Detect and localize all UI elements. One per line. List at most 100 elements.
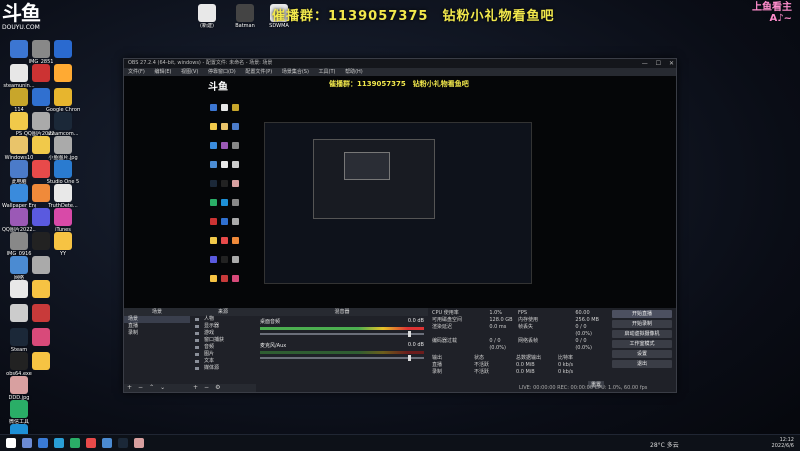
stats-row: 编码器过载 0 / 0 (0.0%) 网络丢帧 0 / 0 (0.0%) (432, 338, 604, 352)
scene-item[interactable]: 录制 (124, 330, 190, 337)
volume-slider[interactable] (260, 355, 424, 361)
desktop-icon[interactable] (24, 304, 58, 323)
close-button[interactable]: ✕ (669, 60, 674, 67)
menu-view[interactable]: 视图(V) (181, 69, 198, 75)
taskbar-app-icon[interactable] (134, 438, 144, 448)
weather-widget[interactable]: 28°C 多云 (650, 440, 679, 449)
add-icon[interactable]: + (193, 384, 198, 391)
app-icon (54, 160, 72, 178)
preview-icon (232, 104, 239, 111)
desktop-icon[interactable] (24, 328, 58, 347)
desktop-icon[interactable] (24, 352, 58, 371)
stat-value: 0 / 0 (0.0%) (489, 338, 506, 351)
desktop-icon[interactable] (46, 64, 80, 83)
system-clock[interactable]: 12:12 2022/6/6 (772, 437, 794, 449)
nested-preview-1 (264, 122, 532, 284)
remove-icon[interactable]: − (204, 384, 209, 391)
app-icon (54, 136, 72, 154)
desktop-icon[interactable] (24, 256, 58, 275)
obs-window[interactable]: OBS 27.2.4 (64-bit, windows) - 配置文件: 未命名… (123, 58, 677, 393)
volume-slider[interactable] (260, 331, 424, 337)
stat-label: 编码器过载 (432, 338, 458, 344)
app-icon (54, 64, 72, 82)
table-cell: 0 kb/s (558, 369, 574, 375)
obs-preview[interactable]: 斗鱼 催播群：1139057375 钻粉小礼物看鱼吧 (124, 76, 676, 308)
taskbar-app-icon[interactable] (22, 438, 32, 448)
source-item[interactable]: 文本 (190, 358, 256, 365)
desktop-icon[interactable]: steamcom... (46, 112, 80, 137)
app-icon (32, 328, 50, 346)
source-item[interactable]: 窗口捕获 (190, 337, 256, 344)
desktop-icon[interactable]: TruthDete... (46, 184, 80, 209)
taskbar-app-icon[interactable] (86, 438, 96, 448)
gear-icon[interactable]: ⚙ (215, 384, 220, 391)
desktop-icon[interactable]: 微信工具 (2, 400, 36, 425)
app-icon (54, 88, 72, 106)
menu-scene-collection[interactable]: 场景集合(S) (282, 69, 309, 75)
down-icon[interactable]: ⌄ (160, 384, 165, 391)
taskbar-app-icon[interactable] (118, 438, 128, 448)
remove-icon[interactable]: − (138, 384, 143, 391)
source-item[interactable]: 显示器 (190, 323, 256, 330)
add-icon[interactable]: + (127, 384, 132, 391)
desktop-icon[interactable]: Studio One 5 (46, 160, 80, 185)
output-table-row: 录制 不活跃 0.0 MiB 0 kb/s (432, 369, 604, 376)
obs-docks: 场景 场景 直播 录制 + − ⌃ ⌄ 来源 人物 显示器 游戏 窗口捕获 音频 图片 文本 媒体源… (124, 308, 676, 392)
source-item[interactable]: 媒体源 (190, 365, 256, 372)
menu-tools[interactable]: 工具(T) (319, 69, 336, 75)
menu-edit[interactable]: 编辑(E) (154, 69, 171, 75)
desktop-icon[interactable]: Batman (228, 4, 262, 29)
control-button[interactable]: 设置 (612, 350, 672, 358)
taskbar-app-icon[interactable] (38, 438, 48, 448)
menu-help[interactable]: 帮助(H) (345, 69, 363, 75)
preview-icon (210, 123, 217, 130)
menu-profile[interactable]: 配置文件(P) (245, 69, 272, 75)
minimize-button[interactable]: — (642, 60, 648, 67)
desktop-icon[interactable] (46, 40, 80, 59)
menu-docks[interactable]: 停靠窗口(D) (208, 69, 236, 75)
scene-item[interactable]: 直播 (124, 323, 190, 330)
sources-header: 来源 (190, 308, 256, 316)
table-cell: 录制 (432, 369, 443, 375)
taskbar-app-icon[interactable] (70, 438, 80, 448)
taskbar-app-icon[interactable] (102, 438, 112, 448)
desktop-icon[interactable] (24, 280, 58, 299)
source-item[interactable]: 图片 (190, 351, 256, 358)
source-item[interactable]: 人物 (190, 316, 256, 323)
up-icon[interactable]: ⌃ (149, 384, 154, 391)
scene-item[interactable]: 场景 (124, 316, 190, 323)
control-button[interactable]: 开始直播 (612, 310, 672, 318)
obs-titlebar[interactable]: OBS 27.2.4 (64-bit, windows) - 配置文件: 未命名… (124, 59, 676, 68)
app-icon (32, 256, 50, 274)
app-icon (236, 4, 254, 22)
stat-label: FPS (518, 310, 528, 316)
stats-row: 可用磁盘空间 128.0 GB 内存使用 256.0 MB (432, 317, 604, 324)
source-item[interactable]: 音频 (190, 344, 256, 351)
control-button[interactable]: 开始录制 (612, 320, 672, 328)
volume-meter (260, 327, 424, 330)
stats-dock: CPU 使用率 1.0% FPS 60.00 可用磁盘空间 128.0 GB 内存使用 256… (428, 308, 609, 392)
desktop-icon[interactable]: iTunes (46, 208, 80, 233)
preview-icon (210, 237, 217, 244)
preview-icon (210, 180, 217, 187)
control-button[interactable]: 启动虚拟摄像机 (612, 330, 672, 338)
control-button[interactable]: 工作室模式 (612, 340, 672, 348)
taskbar-app-icon[interactable] (54, 438, 64, 448)
desktop-icon[interactable]: 小鱼图片.jpg (46, 136, 80, 161)
nested-preview-2 (313, 139, 435, 219)
app-icon (10, 376, 28, 394)
control-button[interactable]: 退出 (612, 360, 672, 368)
desktop-icon[interactable]: YY (46, 232, 80, 257)
menu-file[interactable]: 文件(F) (128, 69, 145, 75)
source-item[interactable]: 游戏 (190, 330, 256, 337)
preview-icon (210, 275, 217, 282)
desktop-icon[interactable]: Google Chrome (46, 88, 80, 113)
desktop-icon[interactable]: DDD.jpg (2, 376, 36, 401)
table-cell: 0 kb/s (558, 362, 574, 368)
desktop-icon[interactable]: (新建) (190, 4, 224, 29)
stats-row: 渲染延迟 0.0 ms 帧丢失 0 / 0 (0.0%) (432, 324, 604, 338)
mixer-channel: 麦克风/Aux 0.0 dB (256, 340, 428, 364)
maximize-button[interactable]: ☐ (656, 60, 661, 67)
preview-icon (221, 218, 228, 225)
start-icon[interactable] (6, 438, 16, 448)
